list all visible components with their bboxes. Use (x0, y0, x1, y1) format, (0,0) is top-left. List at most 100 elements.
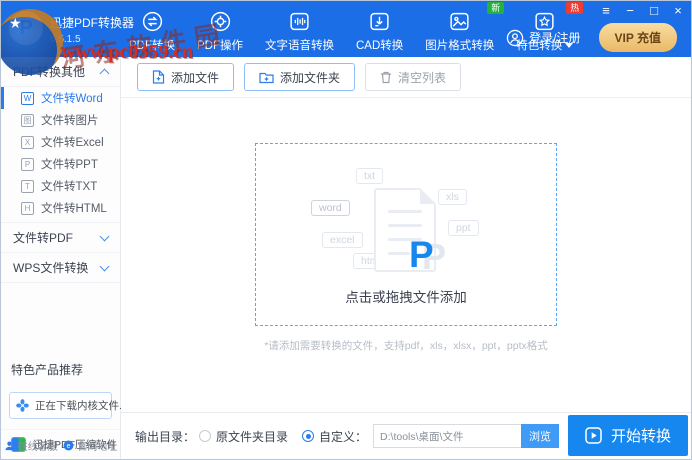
radio-custom-label[interactable]: 自定义： (319, 428, 367, 445)
word-tag: word (311, 200, 350, 216)
app-logo-icon: P (9, 11, 43, 45)
pdf-operate-icon (208, 9, 233, 34)
image-format-icon (447, 9, 472, 34)
sidebar-footer: 在线客服 e 官网地址 (1, 438, 120, 453)
format-hint: *请添加需要转换的文件，支持pdf，xls，xlsx，ppt，pptx格式 (264, 340, 548, 352)
promo-title: 特色产品推荐 (11, 363, 84, 377)
trash-icon (380, 71, 392, 84)
close-icon[interactable]: × (671, 3, 685, 19)
svg-text:e: e (67, 443, 71, 450)
globe-icon: e (63, 440, 74, 451)
dropzone-caption: 点击或拖拽文件添加 (345, 290, 467, 305)
nav-cad-convert[interactable]: CAD转换 (356, 9, 403, 53)
clear-list-button[interactable]: 清空列表 (365, 63, 462, 91)
output-path-input[interactable] (373, 424, 522, 448)
browse-button[interactable]: 浏览 (521, 424, 560, 448)
chevron-down-icon (99, 231, 110, 241)
menu-icon[interactable]: ≡ (599, 3, 613, 19)
output-dir-label: 输出目录： (135, 429, 196, 444)
nav-label: 图片格式转换 (425, 40, 495, 52)
pinwheel-icon (16, 399, 29, 412)
radio-original-folder[interactable] (199, 430, 212, 442)
path-group: 浏览 (373, 424, 560, 448)
headset-icon (4, 440, 15, 451)
login-label: 登录/注册 (529, 31, 581, 45)
nav-label: 文字语音转换 (265, 40, 334, 52)
sidebar-item-label: 文件转TXT (41, 181, 98, 193)
maximize-icon[interactable]: □ (647, 3, 661, 19)
section-title: WPS文件转换 (13, 261, 89, 275)
app-title: 迅捷PDF转换器 (50, 16, 135, 30)
chevron-up-icon (99, 68, 110, 78)
nav-image-format[interactable]: 新 图片格式转换 (425, 2, 505, 53)
main-panel: 添加文件 添加文件夹 清空列表 txt xls word ppt excel h… (121, 57, 691, 459)
excel-tag: excel (322, 232, 363, 248)
website-link[interactable]: e 官网地址 (63, 438, 117, 453)
section-title: 文件转PDF (13, 231, 74, 245)
sidebar-item-to-ppt[interactable]: P 文件转PPT (1, 153, 120, 175)
file-toolbar: 添加文件 添加文件夹 清空列表 (121, 57, 691, 98)
start-label: 开始转换 (610, 428, 671, 445)
sidebar-item-label: 文件转HTML (41, 203, 107, 215)
excel-file-icon: X (21, 135, 34, 149)
play-icon (585, 427, 602, 444)
add-file-icon (152, 70, 165, 84)
login-register-button[interactable]: 登录/注册 (506, 29, 581, 47)
nav-label: CAD转换 (356, 40, 404, 52)
sidebar-item-label: 文件转PPT (41, 159, 98, 171)
ppt-file-icon: P (21, 157, 34, 171)
app-version: 6.5.1.5 (50, 34, 81, 45)
new-badge: 新 (487, 2, 505, 14)
add-folder-icon (259, 71, 274, 84)
sidebar-item-to-word[interactable]: W 文件转Word (1, 87, 120, 109)
nav-text-speech[interactable]: 文字语音转换 (265, 9, 334, 53)
titlebar: ≡ − □ × P 迅捷PDF转换器 6.5.1.5 PDF转换 PDF操作 文… (1, 1, 691, 57)
app-window: ≡ − □ × P 迅捷PDF转换器 6.5.1.5 PDF转换 PDF操作 文… (0, 0, 692, 460)
kernel-download-status[interactable]: 正在下载内核文件... (9, 392, 128, 419)
section-title: PDF转换其他 (13, 65, 86, 79)
hot-badge: 热 (566, 2, 584, 14)
sidebar-item-to-txt[interactable]: T 文件转TXT (1, 175, 120, 197)
html-file-icon: H (21, 201, 34, 215)
sidebar-item-label: 文件转图片 (41, 115, 99, 127)
online-service-link[interactable]: 在线客服 (4, 438, 58, 453)
nav-pdf-operate[interactable]: PDF操作 (197, 9, 243, 53)
sidebar-section-pdf-to-other[interactable]: PDF转换其他 (1, 57, 120, 87)
word-file-icon: W (21, 91, 34, 105)
add-file-label: 添加文件 (171, 70, 220, 85)
add-folder-button[interactable]: 添加文件夹 (244, 63, 356, 91)
sidebar-item-label: 文件转Word (41, 93, 103, 105)
pdf-convert-icon (140, 9, 165, 34)
speech-wave-icon (287, 9, 312, 34)
sidebar-item-to-excel[interactable]: X 文件转Excel (1, 131, 120, 153)
xls-tag: xls (438, 189, 467, 205)
chevron-down-icon (99, 261, 110, 271)
download-label: 正在下载内核文件... (35, 400, 128, 412)
user-icon (506, 29, 524, 47)
sidebar-item-label: 文件转Excel (41, 137, 104, 149)
txt-file-icon: T (21, 179, 34, 193)
sidebar-item-to-html[interactable]: H 文件转HTML (1, 197, 120, 219)
nav-label: PDF转换 (129, 40, 175, 52)
radio-custom[interactable] (302, 430, 315, 442)
clear-list-label: 清空列表 (398, 70, 447, 85)
sidebar: PDF转换其他 W 文件转Word 图 文件转图片 X 文件转Excel P 文… (1, 57, 128, 459)
minimize-icon[interactable]: − (623, 3, 637, 19)
radio-original-label[interactable]: 原文件夹目录 (216, 428, 288, 445)
start-convert-button[interactable]: 开始转换 (568, 415, 688, 456)
sidebar-section-wps-convert[interactable]: WPS文件转换 (1, 253, 120, 283)
nav-pdf-convert[interactable]: PDF转换 (129, 9, 175, 53)
sidebar-item-to-image[interactable]: 图 文件转图片 (1, 109, 120, 131)
vip-recharge-button[interactable]: VIP 充值 (598, 23, 677, 52)
sidebar-section-file-to-pdf[interactable]: 文件转PDF (1, 223, 120, 253)
image-file-icon: 图 (21, 113, 34, 127)
ppt-tag: ppt (448, 220, 479, 236)
p-logo-icon: P (409, 234, 434, 275)
service-label: 在线客服 (17, 442, 58, 453)
add-folder-label: 添加文件夹 (280, 70, 341, 85)
cad-convert-icon (367, 9, 392, 34)
website-label: 官网地址 (77, 442, 118, 453)
app-brand: P 迅捷PDF转换器 6.5.1.5 (9, 11, 134, 45)
add-file-button[interactable]: 添加文件 (137, 63, 235, 91)
file-dropzone[interactable]: txt xls word ppt excel html P P 点击或拖拽文件添… (255, 143, 557, 326)
